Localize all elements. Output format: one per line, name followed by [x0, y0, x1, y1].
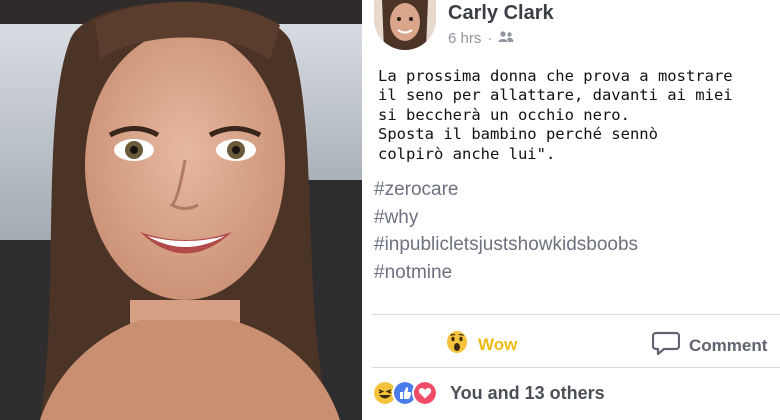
author-name[interactable]: Carly Clark — [448, 2, 554, 25]
post-body: La prossima donna che prova a mostrare i… — [378, 67, 733, 163]
selfie-image — [0, 0, 362, 420]
comment-label: Comment — [689, 335, 768, 355]
post-meta: 6 hrs · — [448, 30, 514, 47]
hashtag-list: #zerocare #why #inpublicletsjustshowkids… — [374, 176, 638, 286]
post-time[interactable]: 6 hrs — [448, 30, 481, 47]
wow-label: Wow — [478, 334, 518, 354]
comment-button[interactable]: Comment — [651, 330, 768, 361]
hashtag[interactable]: #why — [374, 204, 638, 232]
love-icon — [412, 380, 438, 406]
hashtag[interactable]: #zerocare — [374, 176, 638, 204]
comment-icon — [651, 330, 681, 361]
action-bar: Wow Comment — [362, 318, 780, 366]
hashtag[interactable]: #inpublicletsjustshowkidsboobs — [374, 231, 638, 259]
author-avatar[interactable] — [374, 0, 436, 50]
friends-icon[interactable] — [498, 30, 514, 47]
reaction-summary[interactable]: You and 13 others — [372, 380, 605, 406]
reaction-summary-text: You and 13 others — [450, 382, 605, 403]
meta-separator: · — [487, 30, 493, 47]
wow-emoji-icon — [446, 330, 468, 359]
hashtag[interactable]: #notmine — [374, 259, 638, 287]
facebook-post: Carly Clark 6 hrs · La prossima donna ch… — [362, 0, 780, 420]
wow-reaction-button[interactable]: Wow — [446, 330, 517, 359]
profile-photo — [0, 0, 362, 420]
divider — [372, 314, 780, 315]
divider — [372, 367, 780, 368]
